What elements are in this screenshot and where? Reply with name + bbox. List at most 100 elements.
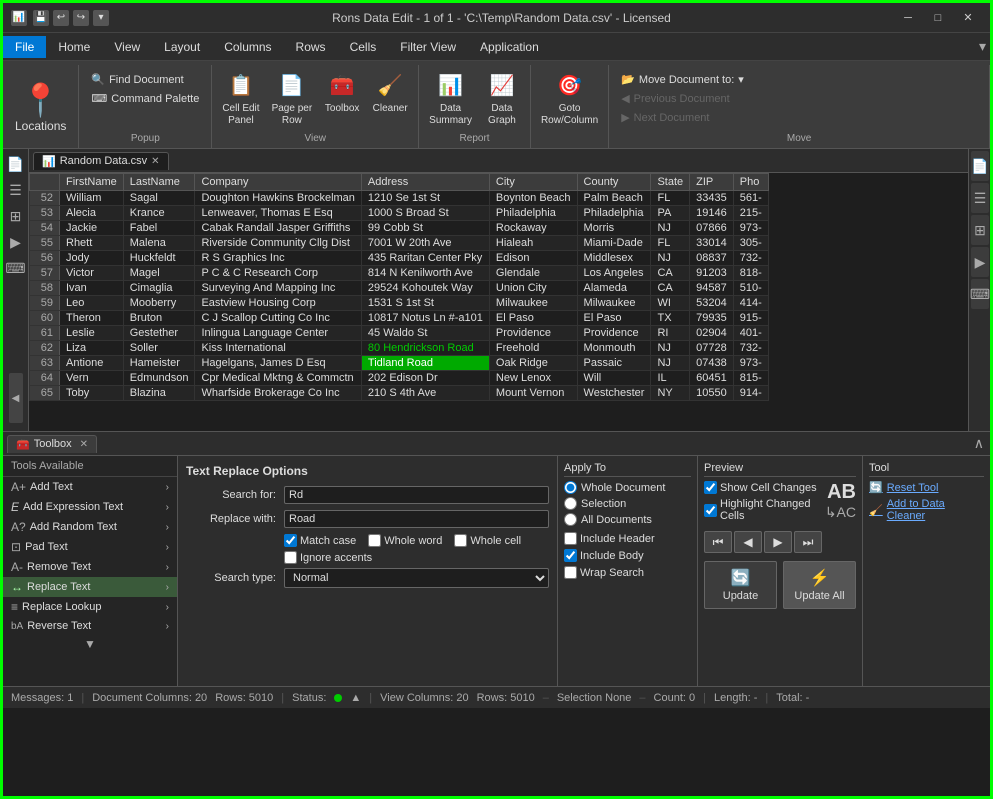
table-cell[interactable]: Milwaukee: [577, 296, 651, 311]
table-cell[interactable]: C J Scallop Cutting Co Inc: [195, 311, 361, 326]
tool-remove-text[interactable]: A- Remove Text ›: [3, 557, 177, 577]
toolbox-expand[interactable]: ∧: [968, 435, 990, 452]
table-cell[interactable]: 215-: [733, 206, 768, 221]
table-cell[interactable]: Sagal: [123, 191, 195, 206]
col-header-zip[interactable]: ZIP: [690, 174, 734, 191]
table-row[interactable]: 59LeoMooberryEastview Housing Corp1531 S…: [30, 296, 769, 311]
selection-radio[interactable]: Selection: [564, 497, 691, 510]
table-cell[interactable]: Mooberry: [123, 296, 195, 311]
table-cell[interactable]: Alecia: [60, 206, 124, 221]
nav-next-button[interactable]: ▶: [764, 531, 792, 553]
table-cell[interactable]: New Lenox: [489, 371, 577, 386]
table-cell[interactable]: Boynton Beach: [489, 191, 577, 206]
table-cell[interactable]: 973-: [733, 221, 768, 236]
locations-button[interactable]: 📍 Locations: [9, 79, 72, 135]
table-cell[interactable]: Vern: [60, 371, 124, 386]
sidebar-btn-5[interactable]: ⌨: [5, 257, 27, 279]
table-row[interactable]: 54JackieFabelCabak Randall Jasper Griffi…: [30, 221, 769, 236]
table-cell[interactable]: R S Graphics Inc: [195, 251, 361, 266]
table-cell[interactable]: Edmundson: [123, 371, 195, 386]
nav-prev-button[interactable]: ◀: [734, 531, 762, 553]
table-cell[interactable]: Lenweaver, Thomas E Esq: [195, 206, 361, 221]
table-row[interactable]: 55RhettMalenaRiverside Community Cllg Di…: [30, 236, 769, 251]
table-cell[interactable]: 914-: [733, 386, 768, 401]
table-cell[interactable]: Morris: [577, 221, 651, 236]
table-cell[interactable]: Providence: [577, 326, 651, 341]
table-cell[interactable]: P C & C Research Corp: [195, 266, 361, 281]
table-cell[interactable]: Ivan: [60, 281, 124, 296]
table-cell[interactable]: 561-: [733, 191, 768, 206]
table-cell[interactable]: Passaic: [577, 356, 651, 371]
sidebar-btn-4[interactable]: ▶: [5, 231, 27, 253]
whole-cell-check[interactable]: Whole cell: [454, 534, 521, 547]
table-cell[interactable]: 1210 Se 1st St: [361, 191, 489, 206]
sidebar-btn-2[interactable]: ☰: [5, 179, 27, 201]
table-cell[interactable]: NJ: [651, 251, 690, 266]
table-cell[interactable]: Oak Ridge: [489, 356, 577, 371]
table-cell[interactable]: Soller: [123, 341, 195, 356]
table-cell[interactable]: Riverside Community Cllg Dist: [195, 236, 361, 251]
menu-layout[interactable]: Layout: [152, 36, 212, 58]
update-all-button[interactable]: ⚡ Update All: [783, 561, 856, 609]
table-cell[interactable]: 33435: [690, 191, 734, 206]
table-cell[interactable]: 973-: [733, 356, 768, 371]
next-document-button[interactable]: ▶ Next Document: [615, 109, 715, 126]
table-cell[interactable]: Miami-Dade: [577, 236, 651, 251]
table-cell[interactable]: 732-: [733, 341, 768, 356]
table-cell[interactable]: Malena: [123, 236, 195, 251]
table-cell[interactable]: Leslie: [60, 326, 124, 341]
table-cell[interactable]: 7001 W 20th Ave: [361, 236, 489, 251]
table-row[interactable]: 53AleciaKranceLenweaver, Thomas E Esq100…: [30, 206, 769, 221]
menu-rows[interactable]: Rows: [284, 36, 338, 58]
table-cell[interactable]: Los Angeles: [577, 266, 651, 281]
table-cell[interactable]: NY: [651, 386, 690, 401]
table-cell[interactable]: Cabak Randall Jasper Griffiths: [195, 221, 361, 236]
table-cell[interactable]: Fabel: [123, 221, 195, 236]
tools-scroll-down[interactable]: ▼: [84, 637, 96, 651]
table-cell[interactable]: 435 Raritan Center Pky: [361, 251, 489, 266]
col-header-city[interactable]: City: [489, 174, 577, 191]
table-cell[interactable]: Bruton: [123, 311, 195, 326]
table-row[interactable]: 52WilliamSagalDoughton Hawkins Brockelma…: [30, 191, 769, 206]
table-cell[interactable]: 210 S 4th Ave: [361, 386, 489, 401]
data-grid-scroll[interactable]: FirstName LastName Company Address City …: [29, 173, 968, 431]
move-document-button[interactable]: 📂 Move Document to: ▾: [615, 71, 750, 88]
table-cell[interactable]: Philadelphia: [577, 206, 651, 221]
table-cell[interactable]: 53204: [690, 296, 734, 311]
table-cell[interactable]: Cpr Medical Mktng & Commctn: [195, 371, 361, 386]
tool-add-text[interactable]: A+ Add Text ›: [3, 477, 177, 497]
include-body-check[interactable]: Include Body: [564, 549, 691, 562]
table-cell[interactable]: NJ: [651, 221, 690, 236]
reset-tool-link[interactable]: 🔄 Reset Tool: [869, 481, 984, 494]
table-cell[interactable]: Milwaukee: [489, 296, 577, 311]
data-graph-button[interactable]: 📈 DataGraph: [480, 67, 524, 129]
previous-document-button[interactable]: ◀ Previous Document: [615, 90, 735, 107]
table-cell[interactable]: Hameister: [123, 356, 195, 371]
table-cell[interactable]: 815-: [733, 371, 768, 386]
table-cell[interactable]: Will: [577, 371, 651, 386]
table-cell[interactable]: 94587: [690, 281, 734, 296]
menu-columns[interactable]: Columns: [212, 36, 283, 58]
tool-add-expression[interactable]: E Add Expression Text ›: [3, 497, 177, 517]
save-icon[interactable]: 💾: [33, 10, 49, 26]
left-collapse-arrow[interactable]: ◀: [9, 373, 23, 423]
table-cell[interactable]: 80 Hendrickson Road: [361, 341, 489, 356]
table-cell[interactable]: RI: [651, 326, 690, 341]
cleaner-button[interactable]: 🧹 Cleaner: [368, 67, 412, 117]
right-btn-4[interactable]: ▶: [971, 247, 989, 277]
tool-pad-text[interactable]: ⊡ Pad Text ›: [3, 537, 177, 557]
right-btn-3[interactable]: ⊞: [971, 215, 989, 245]
table-cell[interactable]: 07728: [690, 341, 734, 356]
col-header-county[interactable]: County: [577, 174, 651, 191]
right-btn-2[interactable]: ☰: [971, 183, 989, 213]
table-cell[interactable]: Theron: [60, 311, 124, 326]
table-cell[interactable]: Cimaglia: [123, 281, 195, 296]
table-cell[interactable]: 99 Cobb St: [361, 221, 489, 236]
table-cell[interactable]: 305-: [733, 236, 768, 251]
table-cell[interactable]: El Paso: [577, 311, 651, 326]
table-cell[interactable]: WI: [651, 296, 690, 311]
cell-edit-panel-button[interactable]: 📋 Cell EditPanel: [218, 67, 263, 129]
table-row[interactable]: 62LizaSollerKiss International80 Hendric…: [30, 341, 769, 356]
col-header-firstname[interactable]: FirstName: [60, 174, 124, 191]
table-cell[interactable]: IL: [651, 371, 690, 386]
